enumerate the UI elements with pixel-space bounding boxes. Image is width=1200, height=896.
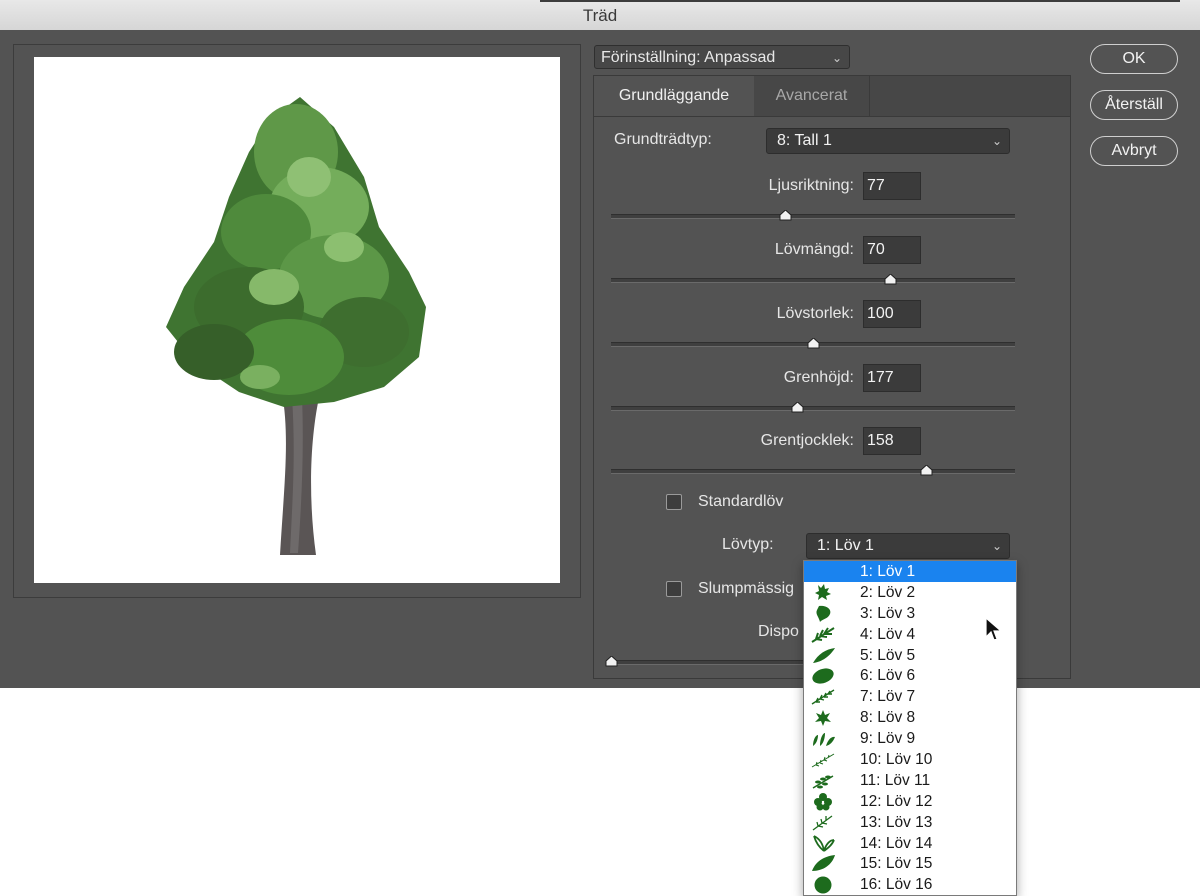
leaf-amount-field[interactable]: 70 [863, 236, 921, 264]
window-edge [540, 0, 1180, 2]
ginkgo-leaf-icon [816, 605, 831, 622]
branch-height-label: Grenhöjd: [783, 369, 854, 386]
light-direction-field[interactable]: 77 [863, 172, 921, 200]
leaf-size-label: Lövstorlek: [776, 305, 854, 322]
default-leaves-checkbox[interactable] [666, 494, 682, 510]
tab-basic[interactable]: Grundläggande [594, 76, 754, 116]
leaf-type-label: Lövtyp: [722, 536, 774, 553]
tab-advanced[interactable]: Avancerat [754, 76, 870, 116]
maple-leaf-icon [815, 583, 831, 600]
slider-thumb[interactable] [920, 465, 933, 476]
leaf-option[interactable]: 14: Löv 14 [804, 833, 1016, 854]
long-leaf-icon [813, 647, 835, 663]
leaf-option[interactable]: 2: Löv 2 [804, 582, 1016, 603]
chevron-down-icon: ⌄ [991, 539, 1002, 553]
randomize-label: Slumpmässig [698, 580, 795, 597]
branch-thickness-field[interactable]: 158 [863, 427, 921, 455]
fern-leaf-icon [811, 626, 835, 643]
leaf-type-select[interactable]: 1: Löv 1 ⌄ [806, 533, 1010, 559]
leaf-option[interactable]: 10: Löv 10 [804, 749, 1016, 770]
base-tree-label: Grundträdtyp: [614, 131, 712, 148]
oval-leaf-icon [812, 668, 834, 685]
disposition-label: Dispo [758, 623, 799, 640]
round-leaf-icon [814, 876, 832, 894]
chevron-down-icon: ⌄ [831, 51, 842, 65]
slider-thumb[interactable] [791, 402, 804, 413]
cancel-button[interactable]: Avbryt [1090, 136, 1178, 166]
split-leaf-icon [813, 834, 835, 852]
tree-preview [34, 57, 560, 583]
branch-thickness-label: Grentjocklek: [760, 432, 854, 449]
window-title: Träd [582, 6, 618, 25]
base-tree-select[interactable]: 8: Tall 1 ⌄ [766, 128, 1010, 154]
clover-leaf-icon [814, 792, 832, 811]
light-direction-slider[interactable] [611, 210, 1015, 221]
leaf-option[interactable]: 15: Löv 15 [804, 853, 1016, 874]
slider-thumb[interactable] [884, 274, 897, 285]
leaf-type-dropdown: 1: Löv 1 2: Löv 2 3: Löv 3 4: Löv 4 5: L… [803, 560, 1017, 896]
leaf-option[interactable]: 13: Löv 13 [804, 812, 1016, 833]
leaf-option[interactable]: 5: Löv 5 [804, 645, 1016, 666]
sprig-leaf-icon [812, 775, 834, 789]
branch-height-slider[interactable] [611, 402, 1015, 413]
preset-select[interactable]: Förinställning: Anpassad ⌄ [594, 45, 850, 69]
branch-height-field[interactable]: 177 [863, 364, 921, 392]
default-leaves-label: Standardlöv [698, 493, 784, 510]
branch-thickness-slider[interactable] [611, 465, 1015, 476]
leaf-option[interactable]: 12: Löv 12 [804, 791, 1016, 812]
slider-thumb[interactable] [807, 338, 820, 349]
tree-dialog: Förinställning: Anpassad ⌄ Grundläggande… [0, 30, 1200, 688]
mouse-cursor-icon [985, 617, 1003, 641]
leaf-option[interactable]: 8: Löv 8 [804, 707, 1016, 728]
leaf-size-slider[interactable] [611, 338, 1015, 349]
leaf-option[interactable]: 7: Löv 7 [804, 686, 1016, 707]
leaf-option[interactable]: 6: Löv 6 [804, 665, 1016, 686]
leaf-amount-slider[interactable] [611, 274, 1015, 285]
thin-branch-leaf-icon [811, 753, 835, 768]
lobed-leaf-icon [815, 710, 831, 727]
tab-bar: Grundläggande Avancerat [594, 76, 1070, 117]
leaf-size-field[interactable]: 100 [863, 300, 921, 328]
preset-label: Förinställning: Anpassad [601, 49, 776, 66]
feather-leaf-icon [811, 689, 835, 705]
leaf-option[interactable]: 1: Löv 1 [804, 561, 1016, 582]
leaf-type-value: 1: Löv 1 [817, 537, 874, 554]
leaf-cluster-icon [813, 733, 835, 747]
broad-leaf-icon [812, 855, 835, 872]
base-tree-value: 8: Tall 1 [777, 132, 832, 149]
leaf-option[interactable]: 11: Löv 11 [804, 770, 1016, 791]
preview-frame [13, 44, 581, 598]
chevron-down-icon: ⌄ [991, 134, 1002, 148]
ok-button[interactable]: OK [1090, 44, 1178, 74]
randomize-checkbox[interactable] [666, 581, 682, 597]
leaf-option[interactable]: 16: Löv 16 [804, 874, 1016, 895]
twig-leaf-icon [812, 815, 833, 831]
light-direction-label: Ljusriktning: [768, 177, 854, 194]
title-bar: Träd [0, 0, 1200, 31]
slider-thumb[interactable] [605, 656, 618, 667]
reset-button[interactable]: Återställ [1090, 90, 1178, 120]
tree-preview-image [166, 97, 426, 555]
slider-thumb[interactable] [779, 210, 792, 221]
leaf-amount-label: Lövmängd: [774, 241, 854, 258]
leaf-option[interactable]: 9: Löv 9 [804, 728, 1016, 749]
